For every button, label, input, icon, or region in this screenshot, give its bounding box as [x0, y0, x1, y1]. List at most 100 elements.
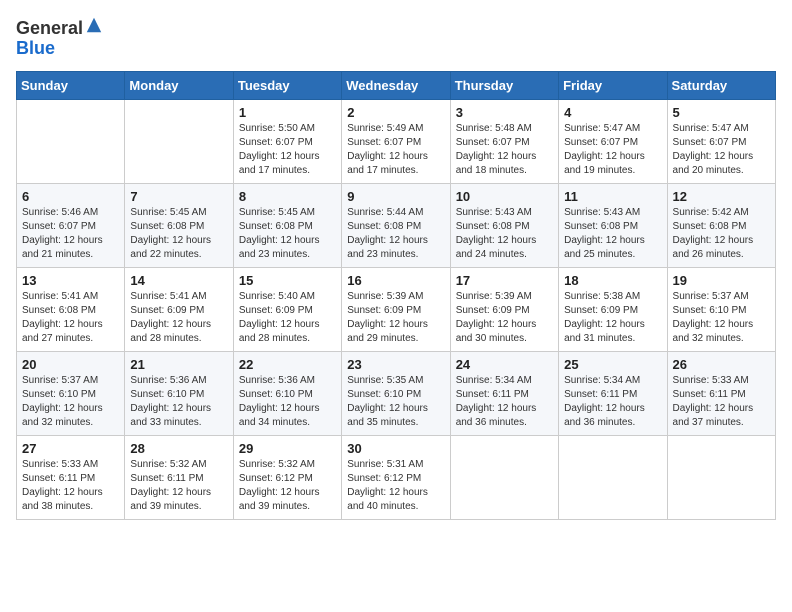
calendar-cell: 15 Sunrise: 5:40 AM Sunset: 6:09 PM Dayli…: [233, 267, 341, 351]
day-info: Sunrise: 5:39 AM Sunset: 6:09 PM Dayligh…: [347, 290, 444, 346]
day-number: 17: [456, 273, 553, 288]
day-info: Sunrise: 5:36 AM Sunset: 6:10 PM Dayligh…: [239, 374, 336, 430]
calendar-cell: 8Sunrise: 5:45 AM Sunset: 6:08 PM Daylig…: [233, 183, 341, 267]
weekday-header-saturday: Saturday: [667, 71, 775, 99]
calendar-cell: 18 Sunrise: 5:38 AM Sunset: 6:09 PM Dayli…: [559, 267, 667, 351]
day-info: Sunrise: 5:32 AM Sunset: 6:12 PM Dayligh…: [239, 458, 336, 514]
day-number: 2: [347, 105, 444, 120]
day-number: 27: [22, 441, 119, 456]
day-number: 21: [130, 357, 227, 372]
day-number: 28: [130, 441, 227, 456]
day-number: 13: [22, 273, 119, 288]
calendar-cell: 1 Sunrise: 5:50 AM Sunset: 6:07 PM Daylig…: [233, 99, 341, 183]
day-number: 12: [673, 189, 770, 204]
day-info: Sunrise: 5:37 AM Sunset: 6:10 PM Dayligh…: [22, 374, 119, 430]
calendar-cell: 6Sunrise: 5:46 AM Sunset: 6:07 PM Daylig…: [17, 183, 125, 267]
calendar-cell: 13 Sunrise: 5:41 AM Sunset: 6:08 PM Dayli…: [17, 267, 125, 351]
logo: General Blue: [16, 16, 103, 59]
calendar-cell: [559, 435, 667, 519]
day-number: 8: [239, 189, 336, 204]
day-info: Sunrise: 5:39 AM Sunset: 6:09 PM Dayligh…: [456, 290, 553, 346]
calendar-cell: 5 Sunrise: 5:47 AM Sunset: 6:07 PM Daylig…: [667, 99, 775, 183]
day-info: Sunrise: 5:41 AM Sunset: 6:09 PM Dayligh…: [130, 290, 227, 346]
day-number: 7: [130, 189, 227, 204]
calendar-cell: 28 Sunrise: 5:32 AM Sunset: 6:11 PM Dayli…: [125, 435, 233, 519]
calendar-cell: 26 Sunrise: 5:33 AM Sunset: 6:11 PM Dayli…: [667, 351, 775, 435]
calendar-cell: 12 Sunrise: 5:42 AM Sunset: 6:08 PM Dayli…: [667, 183, 775, 267]
calendar-cell: 7 Sunrise: 5:45 AM Sunset: 6:08 PM Daylig…: [125, 183, 233, 267]
day-info: Sunrise: 5:49 AM Sunset: 6:07 PM Dayligh…: [347, 122, 444, 178]
day-number: 10: [456, 189, 553, 204]
calendar-cell: 14 Sunrise: 5:41 AM Sunset: 6:09 PM Dayli…: [125, 267, 233, 351]
calendar-cell: 19Sunrise: 5:37 AM Sunset: 6:10 PM Dayli…: [667, 267, 775, 351]
day-info: Sunrise: 5:41 AM Sunset: 6:08 PM Dayligh…: [22, 290, 119, 346]
calendar-week-4: 27 Sunrise: 5:33 AM Sunset: 6:11 PM Dayli…: [17, 435, 776, 519]
weekday-header-tuesday: Tuesday: [233, 71, 341, 99]
day-number: 23: [347, 357, 444, 372]
day-info: Sunrise: 5:48 AM Sunset: 6:07 PM Dayligh…: [456, 122, 553, 178]
calendar-cell: 17 Sunrise: 5:39 AM Sunset: 6:09 PM Dayli…: [450, 267, 558, 351]
calendar-cell: 27 Sunrise: 5:33 AM Sunset: 6:11 PM Dayli…: [17, 435, 125, 519]
day-number: 16: [347, 273, 444, 288]
day-info: Sunrise: 5:35 AM Sunset: 6:10 PM Dayligh…: [347, 374, 444, 430]
calendar-cell: [17, 99, 125, 183]
logo-general-text: General: [16, 18, 83, 38]
day-number: 1: [239, 105, 336, 120]
day-info: Sunrise: 5:34 AM Sunset: 6:11 PM Dayligh…: [456, 374, 553, 430]
day-number: 26: [673, 357, 770, 372]
day-number: 15: [239, 273, 336, 288]
day-info: Sunrise: 5:50 AM Sunset: 6:07 PM Dayligh…: [239, 122, 336, 178]
day-info: Sunrise: 5:33 AM Sunset: 6:11 PM Dayligh…: [22, 458, 119, 514]
day-number: 24: [456, 357, 553, 372]
calendar-cell: 23 Sunrise: 5:35 AM Sunset: 6:10 PM Dayli…: [342, 351, 450, 435]
day-info: Sunrise: 5:47 AM Sunset: 6:07 PM Dayligh…: [564, 122, 661, 178]
day-info: Sunrise: 5:47 AM Sunset: 6:07 PM Dayligh…: [673, 122, 770, 178]
calendar-cell: 24 Sunrise: 5:34 AM Sunset: 6:11 PM Dayli…: [450, 351, 558, 435]
calendar-cell: 21 Sunrise: 5:36 AM Sunset: 6:10 PM Dayli…: [125, 351, 233, 435]
calendar-cell: 11Sunrise: 5:43 AM Sunset: 6:08 PM Dayli…: [559, 183, 667, 267]
day-number: 30: [347, 441, 444, 456]
day-number: 14: [130, 273, 227, 288]
calendar-cell: 29 Sunrise: 5:32 AM Sunset: 6:12 PM Dayli…: [233, 435, 341, 519]
logo-icon: [85, 16, 103, 34]
calendar-cell: [667, 435, 775, 519]
day-number: 9: [347, 189, 444, 204]
day-info: Sunrise: 5:45 AM Sunset: 6:08 PM Dayligh…: [130, 206, 227, 262]
day-info: Sunrise: 5:36 AM Sunset: 6:10 PM Dayligh…: [130, 374, 227, 430]
day-info: Sunrise: 5:44 AM Sunset: 6:08 PM Dayligh…: [347, 206, 444, 262]
day-number: 25: [564, 357, 661, 372]
day-info: Sunrise: 5:37 AM Sunset: 6:10 PM Dayligh…: [673, 290, 770, 346]
day-number: 5: [673, 105, 770, 120]
calendar-cell: 30Sunrise: 5:31 AM Sunset: 6:12 PM Dayli…: [342, 435, 450, 519]
weekday-header-wednesday: Wednesday: [342, 71, 450, 99]
weekday-header-friday: Friday: [559, 71, 667, 99]
calendar-table: SundayMondayTuesdayWednesdayThursdayFrid…: [16, 71, 776, 520]
day-info: Sunrise: 5:43 AM Sunset: 6:08 PM Dayligh…: [456, 206, 553, 262]
day-number: 18: [564, 273, 661, 288]
calendar-cell: 2 Sunrise: 5:49 AM Sunset: 6:07 PM Daylig…: [342, 99, 450, 183]
calendar-week-0: 1 Sunrise: 5:50 AM Sunset: 6:07 PM Daylig…: [17, 99, 776, 183]
logo-blue-text: Blue: [16, 38, 55, 58]
day-number: 20: [22, 357, 119, 372]
calendar-week-1: 6Sunrise: 5:46 AM Sunset: 6:07 PM Daylig…: [17, 183, 776, 267]
calendar-cell: 9 Sunrise: 5:44 AM Sunset: 6:08 PM Daylig…: [342, 183, 450, 267]
day-number: 6: [22, 189, 119, 204]
calendar-cell: 10 Sunrise: 5:43 AM Sunset: 6:08 PM Dayli…: [450, 183, 558, 267]
calendar-cell: 16 Sunrise: 5:39 AM Sunset: 6:09 PM Dayli…: [342, 267, 450, 351]
day-info: Sunrise: 5:43 AM Sunset: 6:08 PM Dayligh…: [564, 206, 661, 262]
weekday-header-thursday: Thursday: [450, 71, 558, 99]
day-info: Sunrise: 5:34 AM Sunset: 6:11 PM Dayligh…: [564, 374, 661, 430]
day-info: Sunrise: 5:42 AM Sunset: 6:08 PM Dayligh…: [673, 206, 770, 262]
calendar-week-3: 20 Sunrise: 5:37 AM Sunset: 6:10 PM Dayli…: [17, 351, 776, 435]
calendar-cell: [125, 99, 233, 183]
day-info: Sunrise: 5:32 AM Sunset: 6:11 PM Dayligh…: [130, 458, 227, 514]
calendar-cell: 4 Sunrise: 5:47 AM Sunset: 6:07 PM Daylig…: [559, 99, 667, 183]
day-info: Sunrise: 5:38 AM Sunset: 6:09 PM Dayligh…: [564, 290, 661, 346]
day-info: Sunrise: 5:40 AM Sunset: 6:09 PM Dayligh…: [239, 290, 336, 346]
day-info: Sunrise: 5:33 AM Sunset: 6:11 PM Dayligh…: [673, 374, 770, 430]
calendar-week-2: 13 Sunrise: 5:41 AM Sunset: 6:08 PM Dayli…: [17, 267, 776, 351]
day-number: 4: [564, 105, 661, 120]
calendar-cell: 3Sunrise: 5:48 AM Sunset: 6:07 PM Daylig…: [450, 99, 558, 183]
page-header: General Blue: [16, 16, 776, 59]
day-number: 29: [239, 441, 336, 456]
